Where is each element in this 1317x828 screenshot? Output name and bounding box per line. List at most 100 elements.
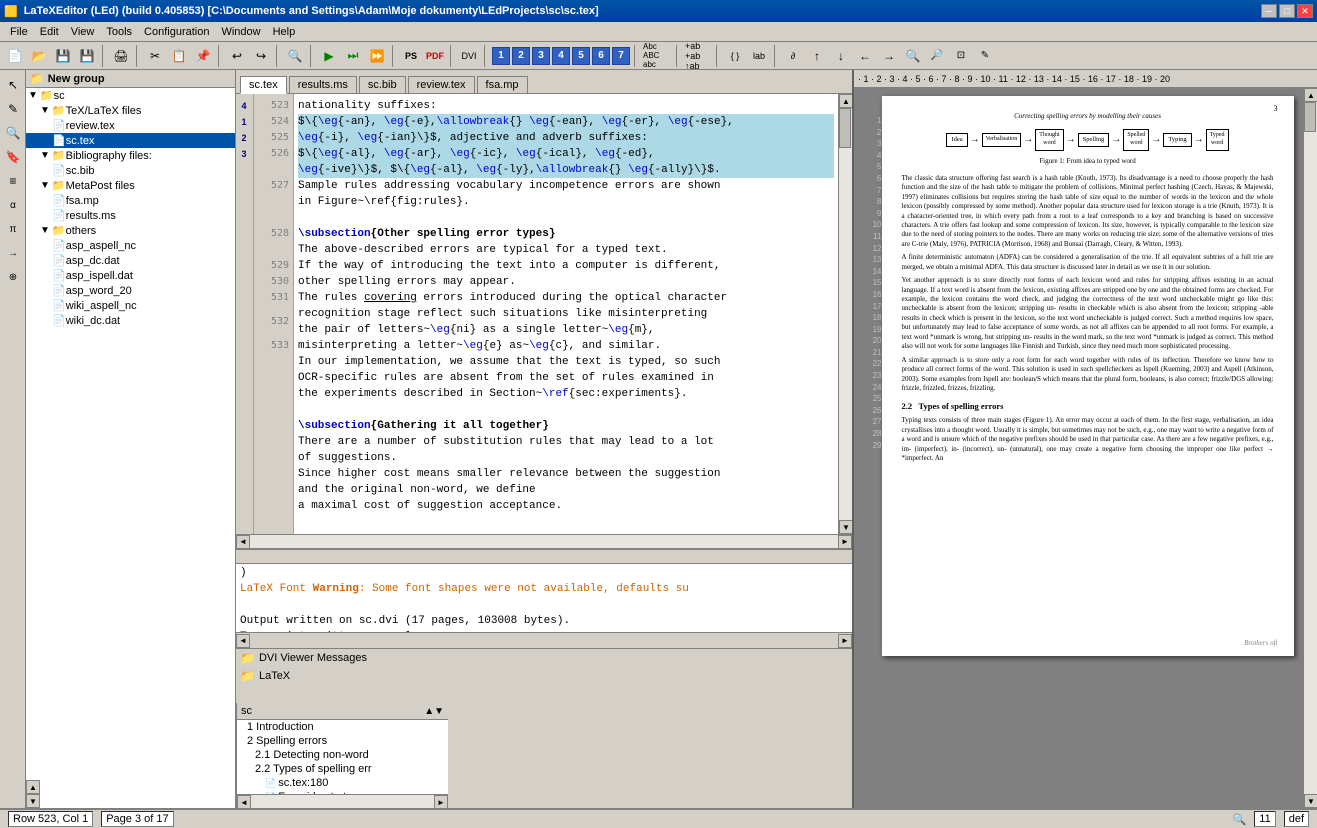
editor-vscroll[interactable]: ▲ ▼ xyxy=(838,94,852,534)
tb-zoom-out[interactable]: 🔎 xyxy=(926,45,948,67)
tb-abc1[interactable]: Abc ABC abc xyxy=(642,45,672,67)
tree-item-scbib[interactable]: 📄 sc.bib xyxy=(26,163,235,178)
menu-tools[interactable]: Tools xyxy=(100,24,138,40)
tb-num5[interactable]: 5 xyxy=(572,47,590,65)
tree-item-review[interactable]: 📄 review.tex xyxy=(26,118,235,133)
menu-file[interactable]: File xyxy=(4,24,34,40)
editor-hscroll[interactable]: ◄ ► xyxy=(236,534,852,548)
tb-save[interactable]: 💾 xyxy=(52,45,74,67)
log-hscroll-right[interactable]: ► xyxy=(838,634,852,648)
tb-num2[interactable]: 2 xyxy=(512,47,530,65)
tree-item-resultsms[interactable]: 📄 results.ms xyxy=(26,208,235,223)
tb-sym1[interactable]: ∂ xyxy=(782,45,804,67)
tb-paste[interactable]: 📌 xyxy=(192,45,214,67)
tab-scbib[interactable]: sc.bib xyxy=(359,76,406,93)
tb-num1[interactable]: 1 xyxy=(492,47,510,65)
sidebar-icon-bookmark[interactable]: 🔖 xyxy=(2,146,24,168)
tb-step[interactable]: ⏭ xyxy=(342,45,364,67)
tb-cut[interactable]: ✂ xyxy=(144,45,166,67)
pdf-scroll-track[interactable] xyxy=(1304,102,1317,794)
tree-item-metapost[interactable]: ▼ 📁 MetaPost files xyxy=(26,178,235,193)
sidebar-icon-search[interactable]: 🔍 xyxy=(2,122,24,144)
pdf-content[interactable]: 1 2 3 4 5 6 7 8 9 10 11 12 13 14 xyxy=(854,88,1303,808)
editor-hscroll-track[interactable] xyxy=(250,535,838,549)
tree-item-aspaspell[interactable]: 📄 asp_aspell_nc xyxy=(26,238,235,253)
sidebar-icon-edit[interactable]: ✎ xyxy=(2,98,24,120)
tree-item-sc[interactable]: ▼ 📁 sc xyxy=(26,88,235,103)
outline-sctex180[interactable]: 📄 sc.tex:180 xyxy=(237,776,448,790)
tb-new[interactable]: 📄 xyxy=(4,45,26,67)
tb-nav-down[interactable]: ↓ xyxy=(830,45,852,67)
tree-scroll-down[interactable]: ▼ xyxy=(26,794,40,808)
tb-num7[interactable]: 7 xyxy=(612,47,630,65)
pdf-scroll-down[interactable]: ▼ xyxy=(1304,794,1317,808)
sidebar-icon-cursor[interactable]: ↖ xyxy=(2,74,24,96)
editor-hscroll-left[interactable]: ◄ xyxy=(236,535,250,549)
tb-print[interactable]: 🖨 xyxy=(110,45,132,67)
log-hscroll-left[interactable]: ◄ xyxy=(236,634,250,648)
tb-open[interactable]: 📂 xyxy=(28,45,50,67)
sidebar-icon-misc[interactable]: ⊕ xyxy=(2,266,24,288)
sidebar-icon-symbol[interactable]: π xyxy=(2,218,24,240)
tb-mark1[interactable]: +ab +ab ↑ab xyxy=(684,45,712,67)
sidebar-icon-structure[interactable]: ≡ xyxy=(2,170,24,192)
tb-zoom-in[interactable]: 🔍 xyxy=(902,45,924,67)
tb-undo[interactable]: ↩ xyxy=(226,45,248,67)
outline-intro[interactable]: 1 Introduction xyxy=(237,720,448,734)
minimize-button[interactable]: ─ xyxy=(1261,4,1277,18)
tree-item-aspdc[interactable]: 📄 asp_dc.dat xyxy=(26,253,235,268)
tree-item-wikidc[interactable]: 📄 wiki_dc.dat xyxy=(26,313,235,328)
outline-arrows[interactable]: ▲▼ xyxy=(424,706,444,717)
menu-help[interactable]: Help xyxy=(267,24,302,40)
editor-scroll-thumb[interactable] xyxy=(839,108,851,148)
tb-nav-up[interactable]: ↑ xyxy=(806,45,828,67)
tb-ref2[interactable]: lab xyxy=(748,45,770,67)
tree-item-others[interactable]: ▼ 📁 others xyxy=(26,223,235,238)
tb-num6[interactable]: 6 xyxy=(592,47,610,65)
tree-item-aspword[interactable]: 📄 asp_word_20 xyxy=(26,283,235,298)
tb-copy[interactable]: 📋 xyxy=(168,45,190,67)
editor-scroll-down[interactable]: ▼ xyxy=(839,520,853,534)
sidebar-icon-alpha[interactable]: α xyxy=(2,194,24,216)
tab-fsamp[interactable]: fsa.mp xyxy=(477,76,528,93)
tree-item-wikiaspell[interactable]: 📄 wiki_aspell_nc xyxy=(26,298,235,313)
tb-nav-right[interactable]: → xyxy=(878,45,900,67)
tab-sctex[interactable]: sc.tex xyxy=(240,76,287,94)
file-tree-scroll[interactable]: ▼ 📁 sc ▼ 📁 TeX/LaTeX files 📄 review.tex … xyxy=(26,88,235,780)
tree-scroll-up[interactable]: ▲ xyxy=(26,780,40,794)
tree-item-fsamp[interactable]: 📄 fsa.mp xyxy=(26,193,235,208)
tree-item-bibfiles[interactable]: ▼ 📁 Bibliography files: xyxy=(26,148,235,163)
tb-ps[interactable]: PS xyxy=(400,45,422,67)
tb-save-all[interactable]: 💾 xyxy=(76,45,98,67)
pdf-scroll-up[interactable]: ▲ xyxy=(1304,88,1317,102)
tree-item-texfiles[interactable]: ▼ 📁 TeX/LaTeX files xyxy=(26,103,235,118)
menu-edit[interactable]: Edit xyxy=(34,24,65,40)
outline-spelling[interactable]: 2 Spelling errors xyxy=(237,734,448,748)
tb-misc[interactable]: ✎ xyxy=(974,45,996,67)
pdf-scroll-thumb[interactable] xyxy=(1304,102,1316,132)
log-content[interactable]: ) LaTeX Font Warning: Some font shapes w… xyxy=(236,564,852,632)
tb-search[interactable]: 🔍 xyxy=(284,45,306,67)
tree-item-sctex[interactable]: 📄 sc.tex xyxy=(26,133,235,148)
tab-resultsms[interactable]: results.ms xyxy=(289,76,357,93)
tb-ref1[interactable]: { } xyxy=(724,45,746,67)
outline-types[interactable]: 2.2 Types of spelling err xyxy=(237,762,448,776)
sidebar-icon-arrow[interactable]: → xyxy=(2,242,24,264)
log-tree-latex[interactable]: 📁 LaTeX xyxy=(236,667,852,685)
tab-reviewtex[interactable]: review.tex xyxy=(408,76,475,93)
menu-view[interactable]: View xyxy=(65,24,101,40)
menu-window[interactable]: Window xyxy=(215,24,266,40)
menu-configuration[interactable]: Configuration xyxy=(138,24,215,40)
maximize-button[interactable]: □ xyxy=(1279,4,1295,18)
tb-stop[interactable]: ⏩ xyxy=(366,45,388,67)
outline-hscroll-left[interactable]: ◄ xyxy=(237,795,251,808)
tb-redo[interactable]: ↪ xyxy=(250,45,272,67)
tree-item-aspispell[interactable]: 📄 asp_ispell.dat xyxy=(26,268,235,283)
editor-scroll-track[interactable] xyxy=(839,108,852,520)
tb-num4[interactable]: 4 xyxy=(552,47,570,65)
close-button[interactable]: ✕ xyxy=(1297,4,1313,18)
outline-scroll[interactable]: 1 Introduction 2 Spelling errors 2.1 Det… xyxy=(237,720,448,794)
editor-hscroll-right[interactable]: ► xyxy=(838,535,852,549)
tb-zoom-fit[interactable]: ⊡ xyxy=(950,45,972,67)
tb-num3[interactable]: 3 xyxy=(532,47,550,65)
